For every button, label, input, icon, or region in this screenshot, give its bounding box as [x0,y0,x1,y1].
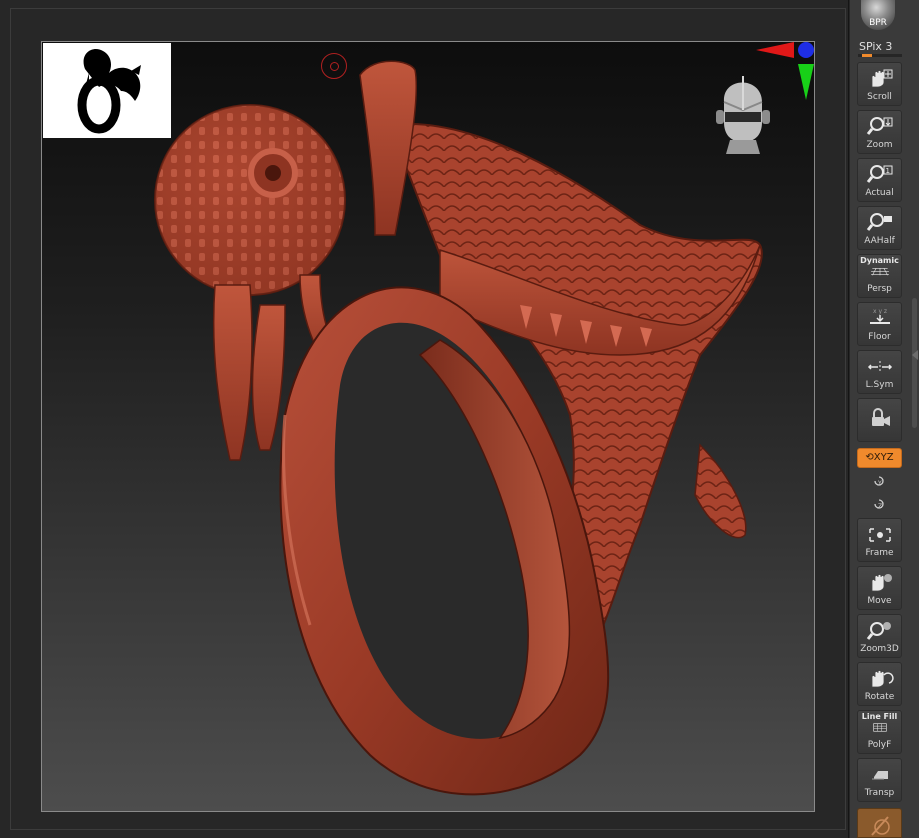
rotate-button[interactable]: Rotate [857,662,902,706]
camera-lock-icon [871,408,890,426]
bpr-label: BPR [869,18,887,28]
scroll-label: Scroll [867,92,892,102]
persp-top-label: Dynamic [860,256,899,265]
spix-slider-knob[interactable] [862,54,872,57]
rotate-z-label: Z [878,503,882,510]
z-axis-dot-icon [798,42,814,58]
floor-label: Floor [868,332,891,342]
zoom3d-icon [866,622,891,640]
zoom-button[interactable]: Zoom [857,110,902,154]
frame-button[interactable]: Frame [857,518,902,562]
aahalf-label: AAHalf [864,236,895,246]
lsym-label: L.Sym [865,380,894,390]
floor-icon: x y z [869,308,890,324]
ring-model[interactable] [140,55,770,800]
spix-label: SPix 3 [859,40,893,53]
scroll-hand-icon [871,69,892,88]
transp-label: Transp [864,788,895,798]
xyz-rotate-button[interactable]: ⟲XYZ [857,448,902,468]
floor-button[interactable]: x y z Floor [857,302,902,346]
polyf-top-label: Line Fill [861,712,898,721]
y-axis-arrow-icon [798,64,814,100]
rotate-y-label: Y [877,480,882,487]
x-axis-arrow-icon [756,42,794,58]
frame-label: Frame [865,548,894,558]
zoom-label: Zoom [866,140,893,150]
actual-label: Actual [865,188,894,198]
zoom3d-label: Zoom3D [860,644,899,654]
ghost-button[interactable] [857,808,902,838]
aahalf-icon [866,213,892,231]
persp-label: Persp [867,284,892,294]
frame-icon [868,528,891,542]
transp-button[interactable]: Transp [857,758,902,802]
move-button[interactable]: Move [857,566,902,610]
svg-text:x y z: x y z [873,308,887,315]
rotate-label: Rotate [864,692,895,702]
shelf-collapse-arrow-icon[interactable] [912,350,918,360]
perspective-grid-icon [870,267,889,276]
polyf-label: PolyF [867,740,892,750]
ghost-icon [871,816,890,836]
zoom3d-button[interactable]: Zoom3D [857,614,902,658]
scroll-button[interactable]: Scroll [857,62,902,106]
xyz-label: XYZ [873,452,894,463]
local-symmetry-icon [867,361,892,373]
right-shelf: BPR SPix 3 Scroll Zoom 1 Actual AAHalf D… [850,0,919,838]
lsym-button[interactable]: L.Sym [857,350,902,394]
rotate-z-button[interactable]: Z [872,497,886,511]
document-viewport [0,0,849,838]
aahalf-button[interactable]: AAHalf [857,206,902,250]
actual-button[interactable]: 1 Actual [857,158,902,202]
svg-text:1: 1 [885,167,889,175]
zoom-icon [866,117,892,135]
xyz-rotate-icon: ⟲ [865,452,874,463]
actual-size-icon: 1 [866,165,892,183]
rotate-icon [871,670,894,688]
bpr-render-button[interactable]: BPR [861,0,895,30]
move-label: Move [867,596,892,606]
transparency-icon [871,771,888,780]
move-hand-icon [871,574,892,592]
persp-button[interactable]: Dynamic Persp [857,254,902,298]
polyframe-icon [872,723,887,732]
rotate-y-button[interactable]: Y [872,474,886,488]
camera-head-icon[interactable] [710,66,776,158]
shelf-scrollbar[interactable] [912,298,917,428]
camera-lock-button[interactable] [857,398,902,442]
polyf-button[interactable]: Line Fill PolyF [857,710,902,754]
